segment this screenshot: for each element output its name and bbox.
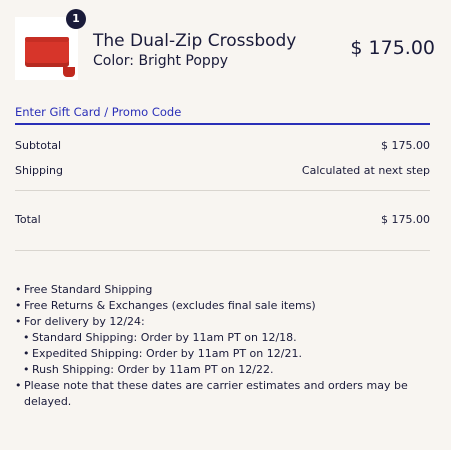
subtotal-label: Subtotal	[15, 139, 62, 152]
divider	[15, 250, 430, 251]
cart-item: 1 The Dual-Zip Crossbody Color: Bright P…	[15, 9, 435, 85]
subtotal-value: $ 175.00	[381, 139, 430, 152]
note-item: Please note that these dates are carrier…	[15, 378, 435, 410]
note-sub-item: Expedited Shipping: Order by 11am PT on …	[23, 346, 435, 362]
product-color: Color: Bright Poppy	[93, 53, 228, 69]
total-label: Total	[15, 213, 41, 226]
shipping-notes-list: Free Standard Shipping Free Returns & Ex…	[15, 282, 435, 410]
shipping-label: Shipping	[15, 164, 63, 177]
bag-zip-flap	[25, 37, 69, 42]
bag-strap	[63, 67, 75, 77]
quantity-badge: 1	[66, 9, 86, 29]
note-item: Free Standard Shipping	[15, 282, 435, 298]
note-item: For delivery by 12/24:	[15, 314, 435, 330]
product-name: The Dual-Zip Crossbody	[93, 31, 297, 51]
promo-code-link[interactable]: Enter Gift Card / Promo Code	[15, 105, 430, 125]
product-price: $ 175.00	[350, 37, 435, 59]
note-sub-item: Standard Shipping: Order by 11am PT on 1…	[23, 330, 435, 346]
divider	[15, 190, 430, 191]
note-item: Free Returns & Exchanges (excludes final…	[15, 298, 435, 314]
total-value: $ 175.00	[381, 213, 430, 226]
shipping-value: Calculated at next step	[301, 164, 430, 177]
crossbody-bag-image	[25, 39, 69, 67]
note-sub-item: Rush Shipping: Order by 11am PT on 12/22…	[23, 362, 435, 378]
